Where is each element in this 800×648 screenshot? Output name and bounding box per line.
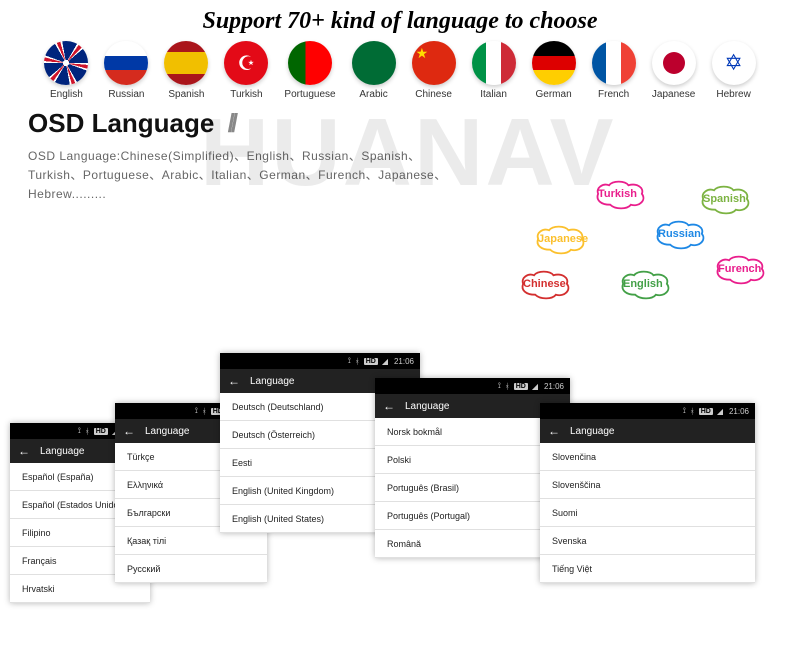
flag-label: Spanish	[168, 89, 204, 100]
flag-italy-icon	[472, 41, 516, 85]
desc-prefix: OSD Language:	[28, 149, 121, 163]
flag-germany-icon	[532, 41, 576, 85]
bubble-english: English	[609, 268, 681, 302]
flag-label: Russian	[108, 89, 144, 100]
location-icon: ⟟	[78, 426, 81, 436]
flag-france-icon	[592, 41, 636, 85]
flag-israel-icon: ✡	[712, 41, 756, 85]
clock: 21:06	[729, 407, 749, 416]
status-bar: ⟟ ᚼ HD ◢ 21:06	[540, 403, 755, 419]
back-icon[interactable]: ←	[548, 424, 560, 438]
hd-badge: HD	[514, 383, 528, 390]
back-icon[interactable]: ←	[123, 424, 135, 438]
back-icon[interactable]: ←	[383, 399, 395, 413]
screen-title: Language	[405, 401, 450, 412]
flag-label: English	[50, 89, 83, 100]
flag-item: ★ Chinese	[412, 41, 456, 100]
language-option[interactable]: Slovenščina	[540, 471, 755, 499]
flag-label: Arabic	[359, 89, 387, 100]
headline: Support 70+ kind of language to choose	[0, 8, 800, 35]
flag-label: Portuguese	[284, 89, 335, 100]
flag-label: Japanese	[652, 89, 695, 100]
flag-portugal-icon	[288, 41, 332, 85]
phone-screenshot: ⟟ ᚼ HD ◢ 21:06 ← Language SlovenčinaSlovenščina…	[540, 403, 755, 583]
language-option[interactable]: Slovenčina	[540, 443, 755, 471]
flag-russia-icon	[104, 41, 148, 85]
bubble-japanese: Japanese	[524, 223, 596, 257]
bluetooth-icon: ᚼ	[202, 407, 207, 416]
section-title-text: OSD Language	[28, 108, 214, 138]
flag-item: German	[532, 41, 576, 100]
language-option[interactable]: Suomi	[540, 499, 755, 527]
location-icon: ⟟	[195, 406, 198, 416]
flag-turkey-icon: ☪	[224, 41, 268, 85]
flag-label: Italian	[480, 89, 507, 100]
language-list[interactable]: SlovenčinaSlovenščinaSuomiSvenskaTiếng V…	[540, 443, 755, 583]
clock: 21:06	[544, 382, 564, 391]
screenshots-area: ⟟ᚼHD◢21:06←LanguageEspañol (España)Españ…	[0, 348, 800, 648]
hd-badge: HD	[94, 428, 108, 435]
screen-title: Language	[250, 376, 295, 387]
bluetooth-icon: ᚼ	[505, 382, 510, 391]
flag-item: ✡ Hebrew	[712, 41, 756, 100]
flag-china-icon: ★	[412, 41, 456, 85]
flag-label: Turkish	[230, 89, 262, 100]
flag-item: Russian	[104, 41, 148, 100]
flag-item: Italian	[472, 41, 516, 100]
bubble-russian: Russian	[644, 218, 716, 252]
slashes-decoration: //	[228, 108, 234, 138]
flag-arabic-icon	[352, 41, 396, 85]
flag-label: German	[536, 89, 572, 100]
bubble-spanish: Spanish	[689, 183, 761, 217]
signal-icon: ◢	[382, 357, 388, 366]
location-icon: ⟟	[498, 381, 501, 391]
section-title: OSD Language //	[28, 108, 800, 139]
status-bar: ⟟ ᚼ HD ◢ 21:06	[220, 353, 420, 369]
clock: 21:06	[394, 357, 414, 366]
screen-title: Language	[145, 426, 190, 437]
back-icon[interactable]: ←	[18, 444, 30, 458]
flag-item: Arabic	[352, 41, 396, 100]
bluetooth-icon: ᚼ	[690, 407, 695, 416]
language-option[interactable]: Tiếng Việt	[540, 555, 755, 583]
language-option[interactable]: Русский	[115, 555, 267, 583]
language-option[interactable]: Svenska	[540, 527, 755, 555]
hd-badge: HD	[699, 408, 713, 415]
language-bubbles: Turkish SpanishRussian Japanese Chinese Engl…	[494, 178, 784, 308]
bubble-furench: Furench	[704, 253, 776, 287]
bluetooth-icon: ᚼ	[355, 357, 360, 366]
status-bar: ⟟ ᚼ HD ◢ 21:06	[375, 378, 570, 394]
description: OSD Language:Chinese(Simplified)、English…	[28, 147, 448, 205]
bluetooth-icon: ᚼ	[85, 427, 90, 436]
hd-badge: HD	[364, 358, 378, 365]
signal-icon: ◢	[717, 407, 723, 416]
bubble-turkish: Turkish	[584, 178, 656, 212]
screen-header: ← Language	[540, 419, 755, 443]
flag-japan-icon	[652, 41, 696, 85]
screen-title: Language	[570, 426, 615, 437]
flag-label: Chinese	[415, 89, 452, 100]
screen-title: Language	[40, 446, 85, 457]
flag-spain-icon	[164, 41, 208, 85]
back-icon[interactable]: ←	[228, 374, 240, 388]
location-icon: ⟟	[683, 406, 686, 416]
flag-item: Japanese	[652, 41, 696, 100]
flag-item: French	[592, 41, 636, 100]
flag-label: French	[598, 89, 629, 100]
flag-item: English	[44, 41, 88, 100]
signal-icon: ◢	[532, 382, 538, 391]
flag-label: Hebrew	[716, 89, 750, 100]
flag-item: Portuguese	[284, 41, 335, 100]
flag-item: Spanish	[164, 41, 208, 100]
location-icon: ⟟	[348, 356, 351, 366]
flag-item: ☪ Turkish	[224, 41, 268, 100]
bubble-chinese: Chinese	[509, 268, 581, 302]
flags-row: English Russian Spanish ☪ Turkish Portugu…	[0, 41, 800, 100]
flag-uk-icon	[44, 41, 88, 85]
